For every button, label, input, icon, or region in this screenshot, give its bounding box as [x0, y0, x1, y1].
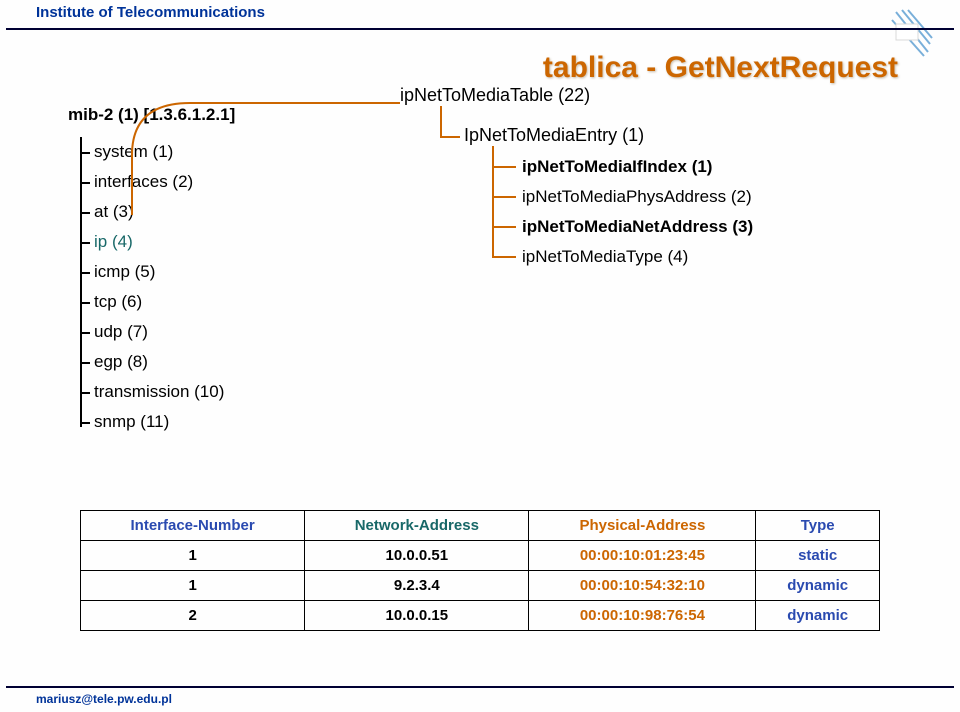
page-title: tablica - GetNextRequest: [0, 51, 898, 85]
cell: 10.0.0.51: [305, 541, 529, 571]
mib-item-udp: udp (7): [94, 317, 900, 347]
cell: static: [756, 541, 880, 571]
mib-item-tcp: tcp (6): [94, 287, 900, 317]
cell: 00:00:10:01:23:45: [529, 541, 756, 571]
sub-netaddress: ipNetToMediaNetAddress (3): [522, 212, 753, 242]
data-table: Interface-Number Network-Address Physica…: [80, 510, 880, 631]
ipnettomediatable-label: ipNetToMediaTable (22): [400, 85, 753, 106]
cell: 00:00:10:98:76:54: [529, 601, 756, 631]
header-bar: Institute of Telecommunications: [0, 0, 960, 21]
footer-bar: mariusz@tele.pw.edu.pl: [6, 686, 954, 712]
cell: dynamic: [756, 571, 880, 601]
entry-tree: IpNetToMediaEntry (1) ipNetToMediaIfInde…: [440, 124, 753, 272]
sub-physaddress: ipNetToMediaPhysAddress (2): [522, 182, 753, 212]
footer-email: mariusz@tele.pw.edu.pl: [36, 692, 172, 706]
cell: dynamic: [756, 601, 880, 631]
sub-ifindex: ipNetToMediaIfIndex (1): [522, 152, 753, 182]
th-type: Type: [756, 511, 880, 541]
cell: 2: [81, 601, 305, 631]
th-physical-address: Physical-Address: [529, 511, 756, 541]
th-network-address: Network-Address: [305, 511, 529, 541]
mib-item-snmp: snmp (11): [94, 407, 900, 437]
right-diagram: ipNetToMediaTable (22) IpNetToMediaEntry…: [400, 85, 753, 272]
entry-hline: [440, 136, 460, 138]
connector-ip-to-table: [130, 95, 410, 235]
th-interface-number: Interface-Number: [81, 511, 305, 541]
cell: 10.0.0.15: [305, 601, 529, 631]
logo-icon: [886, 4, 936, 60]
cell: 9.2.3.4: [305, 571, 529, 601]
table-row: 1 10.0.0.51 00:00:10:01:23:45 static: [81, 541, 880, 571]
table-header-row: Interface-Number Network-Address Physica…: [81, 511, 880, 541]
table-row: 1 9.2.3.4 00:00:10:54:32:10 dynamic: [81, 571, 880, 601]
org-name: Institute of Telecommunications: [6, 4, 265, 21]
mib-item-transmission: transmission (10): [94, 377, 900, 407]
cell: 1: [81, 571, 305, 601]
mib-item-egp: egp (8): [94, 347, 900, 377]
cell: 1: [81, 541, 305, 571]
header-rule: [6, 28, 954, 30]
sub-tree: ipNetToMediaIfIndex (1) ipNetToMediaPhys…: [492, 152, 753, 272]
sub-vline: [492, 146, 494, 256]
table-row: 2 10.0.0.15 00:00:10:98:76:54 dynamic: [81, 601, 880, 631]
ipnettomediaentry-label: IpNetToMediaEntry (1): [464, 124, 753, 146]
tree-vertical-line: [80, 137, 82, 427]
entry-vline: [440, 106, 442, 136]
cell: 00:00:10:54:32:10: [529, 571, 756, 601]
sub-type: ipNetToMediaType (4): [522, 242, 753, 272]
title-area: tablica - GetNextRequest: [0, 21, 960, 85]
